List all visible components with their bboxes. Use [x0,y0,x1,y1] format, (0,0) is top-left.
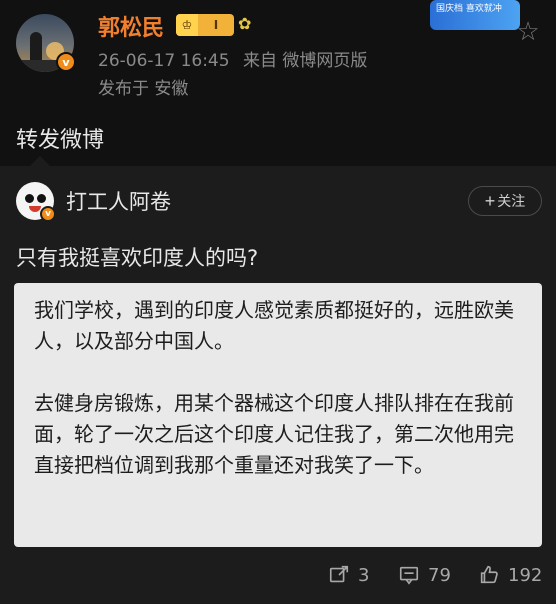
level-badge: ♔ I [176,14,234,36]
post-source: 来自 微博网页版 [242,51,368,71]
repost-count: 3 [358,564,370,586]
verified-badge-icon: v [56,52,76,72]
promo-banner[interactable]: 国庆档 喜欢就冲 [430,0,520,30]
original-post-text: 只有我挺喜欢印度人的吗? [16,246,259,270]
post-header: v 郭松民 ♔ I ✿ 26-06-17 16:45 来自 微博网页版 发布于 … [0,0,556,120]
comment-icon [399,566,419,585]
thumbs-up-icon [480,565,498,584]
repost-icon [329,565,349,583]
like-count: 192 [508,564,543,586]
plus-icon: + [484,190,496,211]
image-paragraph: 去健身房锻炼，用某个器械这个印度人排队排在在我前面，轮了一次之后这个印度人记住我… [34,391,514,477]
avatar-eye-right [37,194,46,203]
comment-button[interactable]: 79 [398,564,451,586]
repost-label: 转发微博 [16,128,105,153]
avatar-eye-left [25,194,34,203]
follow-button[interactable]: + 关注 [468,186,542,216]
card-notch [30,156,50,166]
crown-icon: ♔ [176,14,198,36]
post-location: 发布于 安徽 [98,79,189,99]
flower-icon: ✿ [238,14,252,33]
avatar-mouth [29,206,41,212]
level-badge-text: I [213,18,219,32]
author-name[interactable]: 郭松民 [98,10,164,42]
comment-count: 79 [428,564,451,586]
star-icon[interactable]: ☆ [514,18,542,46]
repost-button[interactable]: 3 [328,564,369,586]
image-paragraph: 我们学校，遇到的印度人感觉素质都挺好的，远胜欧美人，以及部分中国人。 [34,298,514,353]
avatar-figure [30,32,42,62]
original-author-name[interactable]: 打工人阿卷 [66,186,171,216]
post-timestamp: 26-06-17 16:45 [98,51,230,71]
post-meta: 26-06-17 16:45 来自 微博网页版 [98,46,375,71]
post-image[interactable]: 我们学校，遇到的印度人感觉素质都挺好的，远胜欧美人，以及部分中国人。 去健身房锻… [14,283,542,547]
original-verified-badge-icon: v [40,206,56,222]
action-bar: 3 79 192 [0,560,556,596]
like-button[interactable]: 192 [478,564,542,586]
follow-label: 关注 [497,193,526,209]
